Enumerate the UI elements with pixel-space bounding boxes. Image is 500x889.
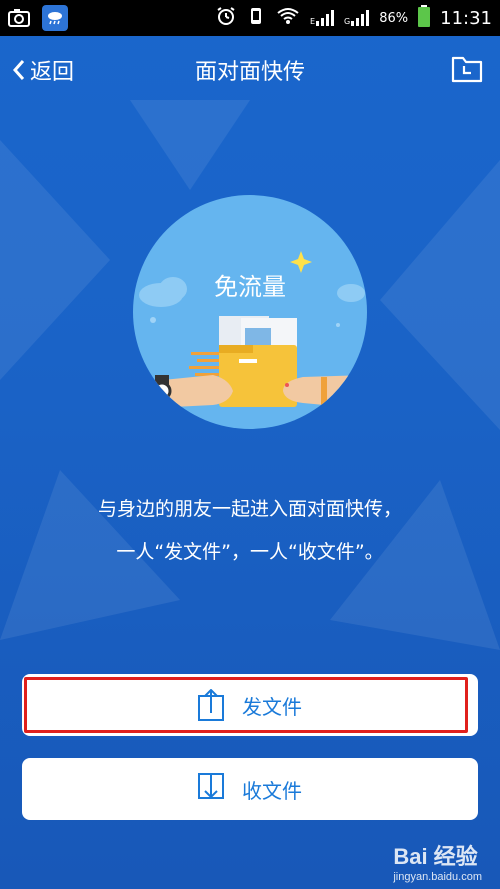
signal-g-icon: G (344, 10, 370, 26)
send-file-highlight (24, 677, 468, 733)
battery-percent: 86% (379, 10, 409, 26)
network-type-g: G (344, 17, 351, 26)
screenshot-icon (6, 5, 32, 31)
receive-file-label: 收文件 (242, 778, 302, 803)
history-folder-button[interactable] (450, 52, 484, 86)
baidu-watermark: Bai 经验 jingyan.baidu.com (393, 839, 482, 883)
description-line-2: 一人“发文件”，一人“收文件”。 (116, 541, 384, 563)
network-type-e: E (309, 17, 316, 26)
battery-icon (418, 5, 431, 31)
vibrate-icon (246, 6, 266, 30)
download-icon (198, 773, 224, 799)
page-title: 面对面快传 (194, 60, 305, 85)
description-line-1: 与身边的朋友一起进入面对面快传， (97, 498, 402, 520)
background-pattern (0, 100, 500, 650)
status-bar: E G 86% 11:31 (0, 0, 500, 36)
notification-icons (6, 5, 68, 31)
clock: 11:31 (440, 7, 492, 29)
signal-e-icon: E (309, 10, 335, 26)
watermark-url: jingyan.baidu.com (393, 871, 482, 883)
folder-clock-icon (451, 56, 483, 83)
navigation-bar: 返回 面对面快传 (0, 36, 500, 102)
hero-caption: 免流量 (214, 273, 286, 301)
watermark-brand: Bai 经验 (393, 844, 478, 869)
handover-illustration (133, 251, 367, 409)
weather-icon (42, 5, 68, 31)
alarm-icon (216, 6, 236, 30)
wifi-icon (276, 7, 300, 29)
receive-file-button[interactable]: 收文件 (22, 758, 478, 820)
screen: E G 86% 11:31 返回 面对面快传 免流量 与身边的朋友一起进入面对面… (0, 0, 500, 889)
system-icons: E G 86% 11:31 (216, 0, 492, 36)
hero-illustration: 免流量 (133, 195, 367, 429)
